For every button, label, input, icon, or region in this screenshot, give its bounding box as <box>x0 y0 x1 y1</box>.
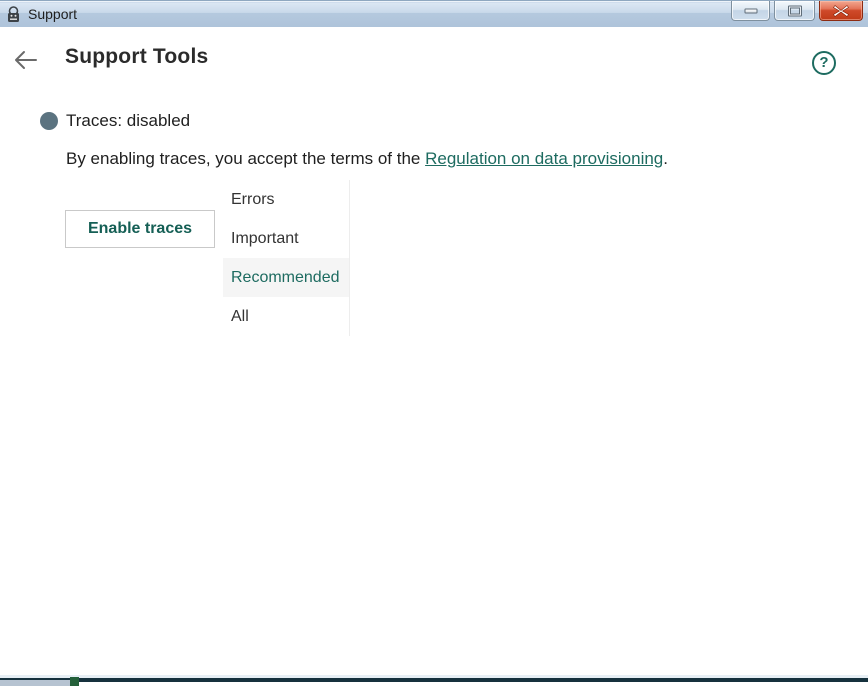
description-prefix: By enabling traces, you accept the terms… <box>66 149 426 168</box>
close-icon <box>833 4 849 17</box>
help-question-icon: ? <box>819 54 829 71</box>
window-title: Support <box>28 6 78 22</box>
bottom-accent-bar <box>0 678 868 682</box>
minimize-button[interactable] <box>731 1 770 21</box>
enable-traces-button[interactable]: Enable traces <box>65 210 215 248</box>
trace-level-errors[interactable]: Errors <box>223 180 349 219</box>
description-suffix: . <box>663 149 668 168</box>
back-arrow-icon <box>15 51 37 69</box>
close-button[interactable] <box>819 1 863 21</box>
bottom-green-marker <box>70 677 79 686</box>
trace-level-important[interactable]: Important <box>223 219 349 258</box>
regulation-link[interactable]: Regulation on data provisioning <box>425 149 663 168</box>
maximize-button[interactable] <box>774 1 815 21</box>
back-button[interactable] <box>12 46 40 74</box>
page-title: Support Tools <box>65 45 209 68</box>
minimize-icon <box>744 8 757 13</box>
help-button[interactable]: ? <box>812 51 836 75</box>
description-text: By enabling traces, you accept the terms… <box>66 149 668 169</box>
trace-level-recommended[interactable]: Recommended <box>223 258 349 297</box>
support-window: Support Support Tools ? Traces: disabled… <box>0 0 868 686</box>
status-dot-icon <box>40 112 58 130</box>
titlebar: Support <box>0 0 868 27</box>
trace-level-list: Errors Important Recommended All <box>223 180 350 336</box>
window-controls <box>731 1 863 21</box>
app-icon <box>8 6 19 22</box>
status-label: Traces: disabled <box>66 111 191 130</box>
trace-level-all[interactable]: All <box>223 297 349 336</box>
bottom-frame-corner <box>0 680 70 686</box>
maximize-icon <box>787 5 802 16</box>
